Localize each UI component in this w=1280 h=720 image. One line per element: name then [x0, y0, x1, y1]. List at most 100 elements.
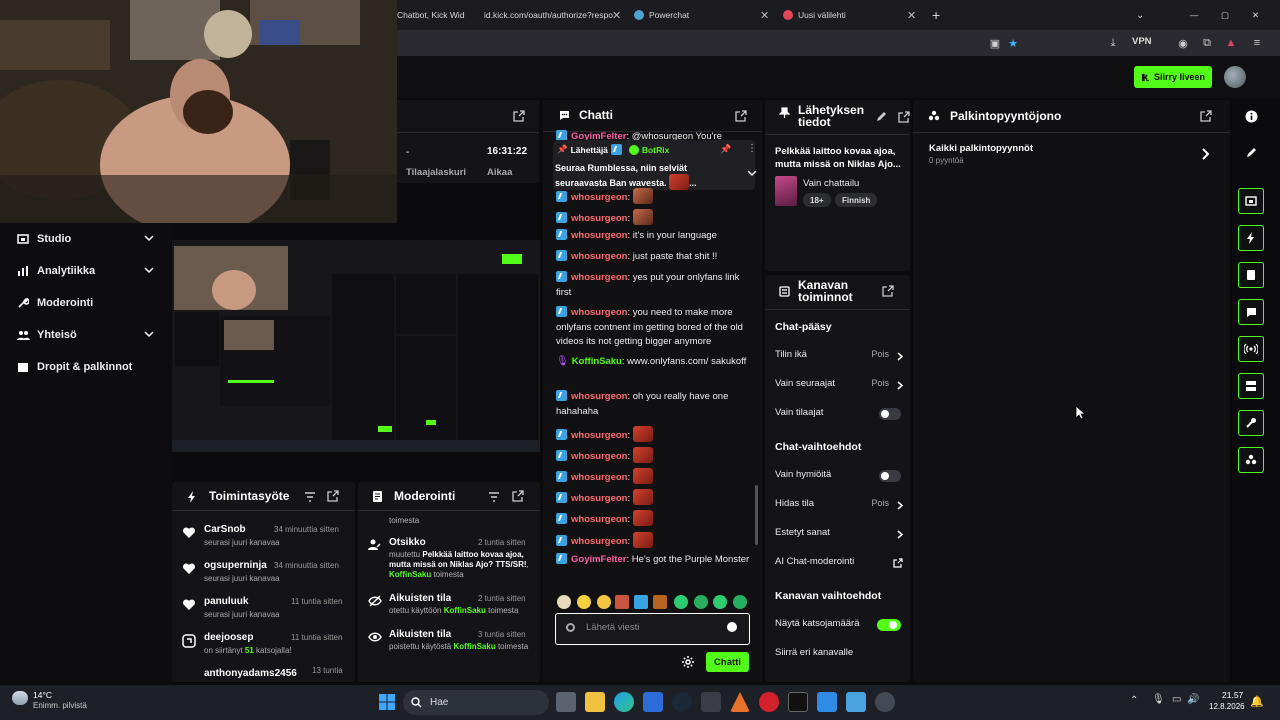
all-rewards-row[interactable]: Kaikki palkintopyynnöt 0 pyyntöä	[921, 138, 1224, 170]
chat-username[interactable]: whosurgeon	[571, 451, 627, 462]
chat-username[interactable]: whosurgeon	[571, 536, 627, 547]
show-viewer-count-toggle[interactable]	[877, 619, 901, 631]
list-item[interactable]: Aikuisten tila 3 tuntia sitten poistettu…	[368, 629, 534, 663]
weather-desc[interactable]: Enimm. pilvistä	[33, 701, 87, 710]
menu-icon[interactable]: ≡	[1250, 36, 1264, 50]
chat-username[interactable]: whosurgeon	[571, 192, 627, 203]
clock-date[interactable]: 12.8.2026	[1209, 702, 1245, 711]
emote-icon[interactable]	[713, 595, 727, 609]
sidebar-item-studio[interactable]: Studio	[0, 225, 172, 253]
setting-slow-mode[interactable]: Hidas tila Pois	[775, 498, 903, 514]
opera-gx-icon[interactable]	[701, 692, 721, 712]
bookmark-star-icon[interactable]: ★	[1006, 36, 1020, 50]
close-window-button[interactable]: ✕	[1252, 4, 1266, 26]
chat-username[interactable]: KoffinSaku	[572, 356, 622, 367]
sidebar-item-community[interactable]: Yhteisö	[0, 321, 172, 349]
vpn-badge[interactable]: VPN	[1132, 36, 1152, 47]
toolbar-broadcast-button[interactable]	[1238, 336, 1264, 362]
chat-message-input[interactable]: Lähetä viesti	[555, 613, 750, 645]
popout-icon[interactable]	[735, 110, 747, 122]
app-icon[interactable]	[875, 692, 895, 712]
close-icon[interactable]: ✕	[907, 4, 921, 26]
clock-time[interactable]: 21.57	[1222, 690, 1243, 700]
toolbar-moderation-button[interactable]	[1238, 262, 1264, 288]
avatar[interactable]	[1224, 66, 1246, 88]
filter-icon[interactable]	[304, 491, 316, 503]
windows-start-icon[interactable]	[379, 694, 395, 710]
toolbar-channel-actions-button[interactable]	[1238, 373, 1264, 399]
download-icon[interactable]: ⤓	[1106, 36, 1120, 50]
emote-icon[interactable]	[557, 595, 571, 609]
screenshot-icon[interactable]: ▣	[988, 36, 1002, 50]
new-tab-button[interactable]: +	[932, 4, 946, 26]
emote-icon[interactable]	[615, 595, 629, 609]
microphone-icon[interactable]: 🎙	[1152, 694, 1165, 705]
chat-username[interactable]: whosurgeon	[571, 213, 627, 224]
chat-username[interactable]: whosurgeon	[571, 251, 627, 262]
emote-icon[interactable]	[733, 595, 747, 609]
emote-icon[interactable]	[674, 595, 688, 609]
opera-icon[interactable]	[759, 692, 779, 712]
toolbar-rewards-button[interactable]	[1238, 447, 1264, 473]
list-item[interactable]: Aikuisten tila 2 tuntia sitten otettu kä…	[368, 593, 534, 627]
chat-username[interactable]: whosurgeon	[571, 391, 627, 402]
pinned-sender[interactable]: BotRix	[642, 145, 669, 155]
taskbar-search[interactable]: Hae	[403, 690, 549, 715]
emote-icon[interactable]	[634, 595, 648, 609]
tab-list-chevron-icon[interactable]: ⌄	[1136, 4, 1150, 26]
pinned-message[interactable]: 📌 Lähettäjä BotRix 📌 ⋮ Seuraa Rumblessa,…	[553, 140, 757, 190]
subscribers-only-toggle[interactable]	[879, 408, 901, 420]
list-item[interactable]: Otsikko 2 tuntia sitten muutettu Pelkkää…	[368, 537, 534, 587]
close-icon[interactable]: ✕	[612, 4, 628, 26]
popout-icon[interactable]	[882, 285, 894, 297]
chevron-down-icon[interactable]	[747, 168, 757, 178]
edit-pencil-icon[interactable]	[875, 111, 887, 123]
toolbar-chat-button[interactable]	[1238, 299, 1264, 325]
go-live-button[interactable]: Siirry liveen	[1134, 66, 1212, 88]
popout-icon[interactable]	[898, 111, 910, 123]
chat-username[interactable]: whosurgeon	[571, 272, 627, 283]
emote-icon[interactable]	[694, 595, 708, 609]
volume-icon[interactable]: 🔊	[1187, 694, 1199, 705]
filter-icon[interactable]	[488, 491, 500, 503]
chat-username[interactable]: whosurgeon	[571, 307, 627, 318]
extensions-icon[interactable]: ⧉	[1200, 36, 1214, 50]
popout-icon[interactable]	[512, 490, 524, 502]
app-icon[interactable]	[817, 692, 837, 712]
browser-tab-oauth[interactable]: id.kick.com/oauth/authorize?respo	[484, 4, 624, 26]
tray-chevron-icon[interactable]: ⌃	[1130, 695, 1138, 706]
setting-account-age[interactable]: Tilin ikä Pois	[775, 349, 903, 365]
emote-icon[interactable]	[653, 595, 667, 609]
maximize-button[interactable]: ▢	[1221, 4, 1235, 26]
chat-username[interactable]: whosurgeon	[571, 472, 627, 483]
popout-icon[interactable]	[1200, 110, 1212, 122]
toolbar-activity-button[interactable]	[1238, 225, 1264, 251]
toolbar-studio-button[interactable]	[1238, 188, 1264, 214]
notifications-icon[interactable]: ▲	[1224, 36, 1238, 50]
sidebar-item-analytics[interactable]: Analytiikka	[0, 257, 172, 285]
chat-username[interactable]: GoyimFelter	[571, 131, 626, 140]
setting-banned-words[interactable]: Estetyt sanat	[775, 527, 903, 543]
vlc-icon[interactable]	[730, 692, 750, 712]
weather-temp[interactable]: 14°C	[33, 690, 52, 700]
store-icon[interactable]	[643, 692, 663, 712]
chat-scrollbar[interactable]	[755, 485, 758, 545]
unpin-icon[interactable]: 📌	[720, 144, 731, 155]
chat-username[interactable]: whosurgeon	[571, 514, 627, 525]
app-icon[interactable]	[846, 692, 866, 712]
weather-cloud-icon[interactable]	[12, 691, 28, 705]
browser-tab-chatbot[interactable]: Chatbot, Kick Wid	[397, 4, 475, 26]
minimize-button[interactable]: —	[1190, 4, 1204, 26]
emote-only-toggle[interactable]	[879, 470, 901, 482]
file-explorer-icon[interactable]	[585, 692, 605, 712]
setting-ai-moderation[interactable]: AI Chat-moderointi	[775, 556, 903, 572]
popout-icon[interactable]	[513, 110, 525, 122]
popout-icon[interactable]	[327, 490, 339, 502]
toolbar-tools-button[interactable]	[1238, 410, 1264, 436]
account-icon[interactable]: ◉	[1176, 36, 1190, 50]
sidebar-item-moderation[interactable]: Moderointi	[0, 289, 172, 317]
gear-icon[interactable]	[682, 656, 694, 668]
edit-pencil-icon[interactable]	[1245, 147, 1257, 159]
close-icon[interactable]: ✕	[760, 4, 774, 26]
emote-icon[interactable]	[597, 595, 611, 609]
